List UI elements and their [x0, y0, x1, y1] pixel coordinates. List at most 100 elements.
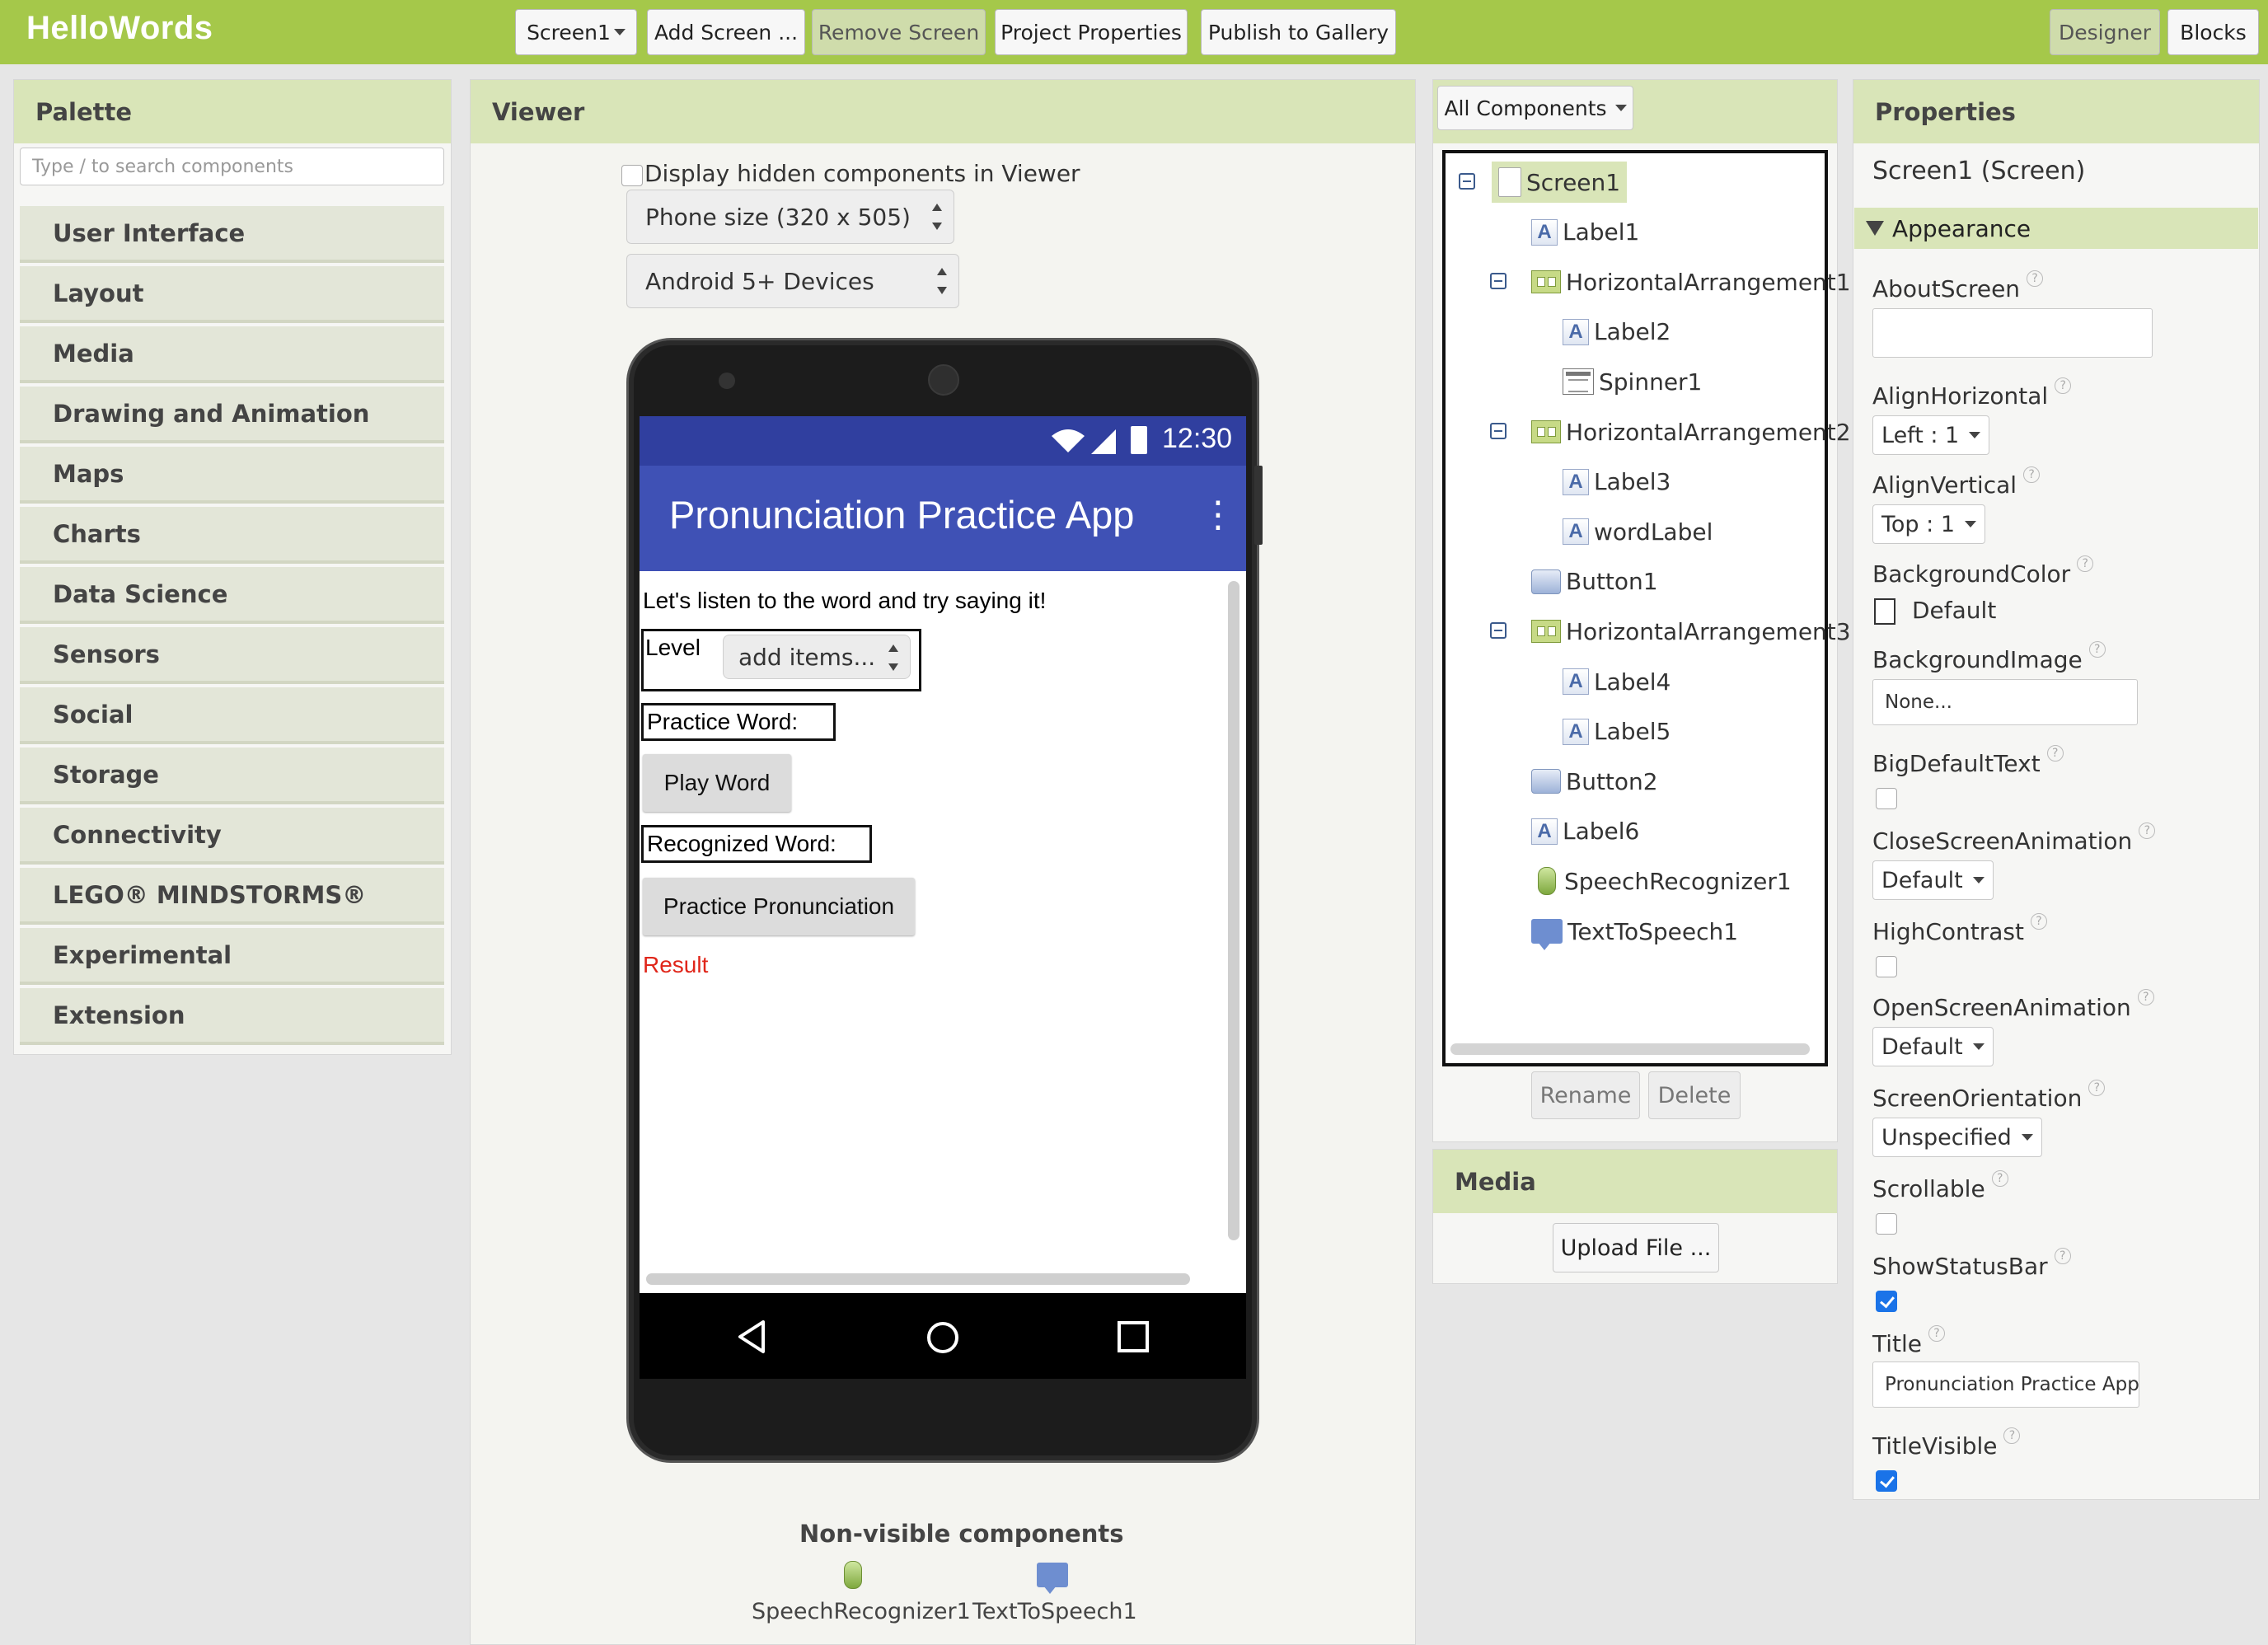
remove-screen-button[interactable]: Remove Screen: [812, 9, 986, 55]
nonvisible-tts[interactable]: TextToSpeech1: [972, 1599, 1137, 1624]
device-select[interactable]: Android 5+ Devices: [626, 254, 959, 308]
show-status-bar-checkbox[interactable]: [1876, 1291, 1897, 1312]
palette-category[interactable]: Experimental: [20, 928, 444, 985]
appearance-section-header[interactable]: Appearance: [1854, 208, 2258, 249]
level-spinner[interactable]: add items...: [723, 635, 911, 679]
tree-node[interactable]: A Label6: [1531, 811, 1639, 852]
close-animation-dropdown[interactable]: Default: [1872, 860, 1994, 900]
tree-node[interactable]: SpeechRecognizer1: [1531, 860, 1792, 902]
tree-node[interactable]: AwordLabel: [1563, 511, 1713, 552]
help-icon[interactable]: ?: [2031, 913, 2047, 930]
align-vertical-dropdown[interactable]: Top : 1: [1872, 504, 1986, 544]
button-icon: [1531, 569, 1561, 594]
palette-category[interactable]: Charts: [20, 507, 444, 564]
palette-category[interactable]: Maps: [20, 447, 444, 504]
collapse-icon[interactable]: [1459, 173, 1475, 190]
title-visible-text: TitleVisible: [1872, 1432, 1998, 1460]
high-contrast-checkbox[interactable]: [1876, 956, 1897, 977]
palette-category[interactable]: Social: [20, 687, 444, 744]
practice-word-label: Practice Word:: [641, 703, 836, 741]
about-screen-textarea[interactable]: [1872, 308, 2153, 358]
play-word-button[interactable]: Play Word: [643, 754, 791, 812]
practice-pronunciation-button[interactable]: Practice Pronunciation: [643, 878, 915, 935]
scrollable-checkbox[interactable]: [1876, 1213, 1897, 1235]
home-icon[interactable]: [925, 1319, 961, 1356]
palette-search-input[interactable]: Type / to search components: [20, 148, 444, 185]
help-icon[interactable]: ?: [2139, 822, 2156, 839]
collapse-icon[interactable]: [1490, 622, 1507, 640]
palette-category[interactable]: Data Science: [20, 567, 444, 624]
tree-node[interactable]: HorizontalArrangement2: [1531, 411, 1851, 452]
rename-button[interactable]: Rename: [1531, 1071, 1640, 1119]
back-icon[interactable]: [735, 1319, 768, 1354]
collapse-icon[interactable]: [1490, 423, 1507, 439]
title-visible-checkbox[interactable]: [1876, 1470, 1897, 1492]
help-icon[interactable]: ?: [2027, 270, 2044, 287]
palette-category[interactable]: Drawing and Animation: [20, 387, 444, 443]
palette-category[interactable]: LEGO® MINDSTORMS®: [20, 868, 444, 925]
speech-recognizer-icon: [844, 1561, 862, 1589]
tree-node[interactable]: Button2: [1531, 761, 1658, 802]
title-input[interactable]: Pronunciation Practice App: [1872, 1361, 2139, 1408]
recents-icon[interactable]: [1116, 1319, 1150, 1354]
delete-button[interactable]: Delete: [1648, 1071, 1741, 1119]
hidden-components-checkbox[interactable]: [621, 165, 643, 186]
screen-select-button[interactable]: Screen1: [515, 9, 637, 55]
help-icon[interactable]: ?: [2054, 1248, 2071, 1264]
vertical-scrollbar[interactable]: [1228, 581, 1239, 1240]
nonvisible-speech[interactable]: SpeechRecognizer1: [752, 1599, 971, 1624]
add-screen-button[interactable]: Add Screen ...: [647, 9, 805, 55]
palette-category[interactable]: Storage: [20, 748, 444, 804]
tree-node[interactable]: TextToSpeech1: [1531, 911, 1738, 952]
viewer-title: Viewer: [471, 80, 1415, 143]
help-icon[interactable]: ?: [2077, 555, 2094, 572]
designer-button[interactable]: Designer: [2050, 9, 2160, 55]
overflow-menu-icon[interactable]: ⋮: [1200, 494, 1236, 536]
collapse-icon[interactable]: [1490, 273, 1507, 290]
tree-node-label: Label2: [1594, 318, 1671, 346]
help-icon[interactable]: ?: [2003, 1427, 2021, 1444]
tree-node[interactable]: A Label4: [1563, 661, 1671, 702]
palette-category[interactable]: User Interface: [20, 206, 444, 263]
palette-category[interactable]: Layout: [20, 266, 444, 323]
help-icon[interactable]: ?: [2055, 377, 2072, 394]
background-image-field[interactable]: None...: [1872, 679, 2138, 725]
components-filter-dropdown[interactable]: All Components: [1437, 86, 1633, 130]
palette-category[interactable]: Sensors: [20, 627, 444, 684]
project-properties-button[interactable]: Project Properties: [995, 9, 1188, 55]
blocks-button[interactable]: Blocks: [2167, 9, 2259, 55]
help-icon[interactable]: ?: [1928, 1325, 1946, 1342]
help-icon[interactable]: ?: [2088, 641, 2106, 658]
background-color-swatch[interactable]: [1874, 598, 1895, 625]
tree-node[interactable]: A Label1: [1531, 212, 1639, 253]
tree-node[interactable]: HorizontalArrangement1: [1531, 261, 1851, 302]
tree-node[interactable]: A Label3: [1563, 462, 1671, 503]
components-filter-label: All Components: [1444, 96, 1607, 120]
help-icon[interactable]: ?: [2046, 745, 2064, 762]
palette-category[interactable]: Extension: [20, 988, 444, 1045]
help-icon[interactable]: ?: [2137, 989, 2154, 1005]
open-animation-dropdown[interactable]: Default: [1872, 1027, 1994, 1066]
background-color-value[interactable]: Default: [1912, 597, 1996, 624]
phone-size-select[interactable]: Phone size (320 x 505): [626, 190, 954, 244]
tree-node[interactable]: Screen1: [1492, 162, 1628, 203]
tree-node[interactable]: A Label5: [1563, 711, 1671, 752]
palette-category[interactable]: Media: [20, 326, 444, 383]
align-horizontal-dropdown[interactable]: Left : 1: [1872, 415, 1990, 455]
upload-file-button[interactable]: Upload File ...: [1553, 1223, 1719, 1272]
help-icon[interactable]: ?: [2023, 466, 2041, 483]
help-icon[interactable]: ?: [1991, 1170, 2008, 1187]
big-default-text-checkbox[interactable]: [1876, 788, 1897, 809]
publish-gallery-button[interactable]: Publish to Gallery: [1201, 9, 1396, 55]
tree-node[interactable]: A Label2: [1563, 312, 1671, 353]
horizontal-scrollbar[interactable]: [646, 1273, 1190, 1285]
screen-orientation-dropdown[interactable]: Unspecified: [1872, 1118, 2042, 1157]
tree-scrollbar[interactable]: [1450, 1043, 1810, 1055]
tree-node[interactable]: Spinner1: [1563, 361, 1702, 402]
palette-category[interactable]: Connectivity: [20, 808, 444, 865]
app-bar-title: Pronunciation Practice App: [669, 493, 1135, 537]
horizontal-arrangement-icon: [1531, 420, 1561, 443]
tree-node[interactable]: Button1: [1531, 561, 1658, 602]
tree-node[interactable]: HorizontalArrangement3: [1531, 611, 1851, 652]
help-icon[interactable]: ?: [2088, 1080, 2106, 1096]
